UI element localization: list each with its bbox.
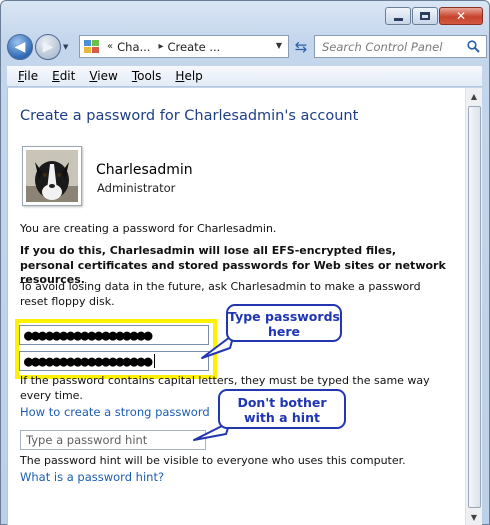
callout-type-passwords: Type passwords here — [226, 304, 342, 342]
navigation-bar: ◀ ▶ ▼ « Cha... ▸ Create ... ▼ ⇆ — [7, 34, 487, 60]
callout-skip-hint: Don't bother with a hint — [218, 389, 346, 429]
breadcrumb-overflow-chevron[interactable]: « — [107, 41, 113, 52]
confirm-password-field[interactable]: ●●●●●●●●●●●●●●●●●● — [19, 351, 209, 371]
confirm-password-mask: ●●●●●●●●●●●●●●●●●● — [24, 352, 153, 370]
new-password-field[interactable]: ●●●●●●●●●●●●●●●●●● — [19, 325, 209, 345]
scroll-thumb[interactable] — [468, 106, 481, 508]
breadcrumb-item-control-panel[interactable]: Cha... — [117, 40, 150, 54]
vertical-scrollbar[interactable]: ▲ ▼ — [465, 88, 482, 525]
maximize-button[interactable] — [412, 7, 438, 25]
control-panel-icon — [84, 39, 100, 54]
search-icon[interactable] — [467, 40, 480, 53]
page-title: Create a password for Charlesadmin's acc… — [20, 108, 359, 124]
user-role: Administrator — [97, 181, 176, 195]
menu-bar: File Edit View Tools Help — [7, 66, 482, 87]
address-dropdown-icon[interactable]: ▼ — [276, 41, 282, 50]
new-password-mask: ●●●●●●●●●●●●●●●●●● — [24, 326, 153, 344]
menu-file[interactable]: File — [18, 69, 38, 83]
strong-password-link[interactable]: How to create a strong password — [20, 405, 210, 419]
back-button[interactable]: ◀ — [7, 34, 33, 60]
text-caret — [153, 354, 155, 368]
user-name: Charlesadmin — [96, 162, 193, 178]
control-panel-window: ✕ ◀ ▶ ▼ « Cha... ▸ Create ... ▼ ⇆ File E… — [0, 0, 490, 525]
breadcrumb-separator-icon: ▸ — [158, 41, 164, 52]
dog-avatar — [26, 150, 78, 202]
refresh-icon: ⇆ — [294, 38, 308, 56]
menu-help[interactable]: Help — [175, 69, 202, 83]
password-hint-input[interactable] — [20, 430, 206, 450]
menu-edit[interactable]: Edit — [52, 69, 75, 83]
minimize-icon — [393, 17, 403, 21]
close-button[interactable]: ✕ — [439, 7, 483, 25]
caption-buttons: ✕ — [385, 7, 483, 25]
forward-arrow-icon: ▶ — [42, 39, 54, 55]
hint-visibility-note: The password hint will be visible to eve… — [20, 454, 406, 467]
search-box[interactable] — [314, 35, 487, 58]
address-bar[interactable]: « Cha... ▸ Create ... ▼ — [79, 35, 289, 58]
close-icon: ✕ — [455, 9, 467, 23]
recent-pages-dropdown[interactable]: ▼ — [63, 43, 73, 51]
content-area: Create a password for Charlesadmin's acc… — [7, 88, 482, 525]
intro-text: You are creating a password for Charlesa… — [20, 222, 277, 235]
forward-button[interactable]: ▶ — [35, 34, 61, 60]
refresh-button[interactable]: ⇆ — [292, 38, 310, 56]
password-hint-help-link[interactable]: What is a password hint? — [20, 470, 164, 484]
breadcrumb-item-create-password[interactable]: Create ... — [168, 40, 221, 54]
back-arrow-icon: ◀ — [14, 39, 26, 55]
menu-tools[interactable]: Tools — [132, 69, 162, 83]
scroll-up-icon[interactable]: ▲ — [466, 88, 482, 105]
search-input[interactable] — [322, 39, 462, 54]
maximize-icon — [420, 12, 430, 20]
scroll-down-icon[interactable]: ▼ — [466, 509, 482, 525]
avatar — [22, 146, 82, 206]
menu-view[interactable]: View — [89, 69, 117, 83]
minimize-button[interactable] — [385, 7, 411, 25]
